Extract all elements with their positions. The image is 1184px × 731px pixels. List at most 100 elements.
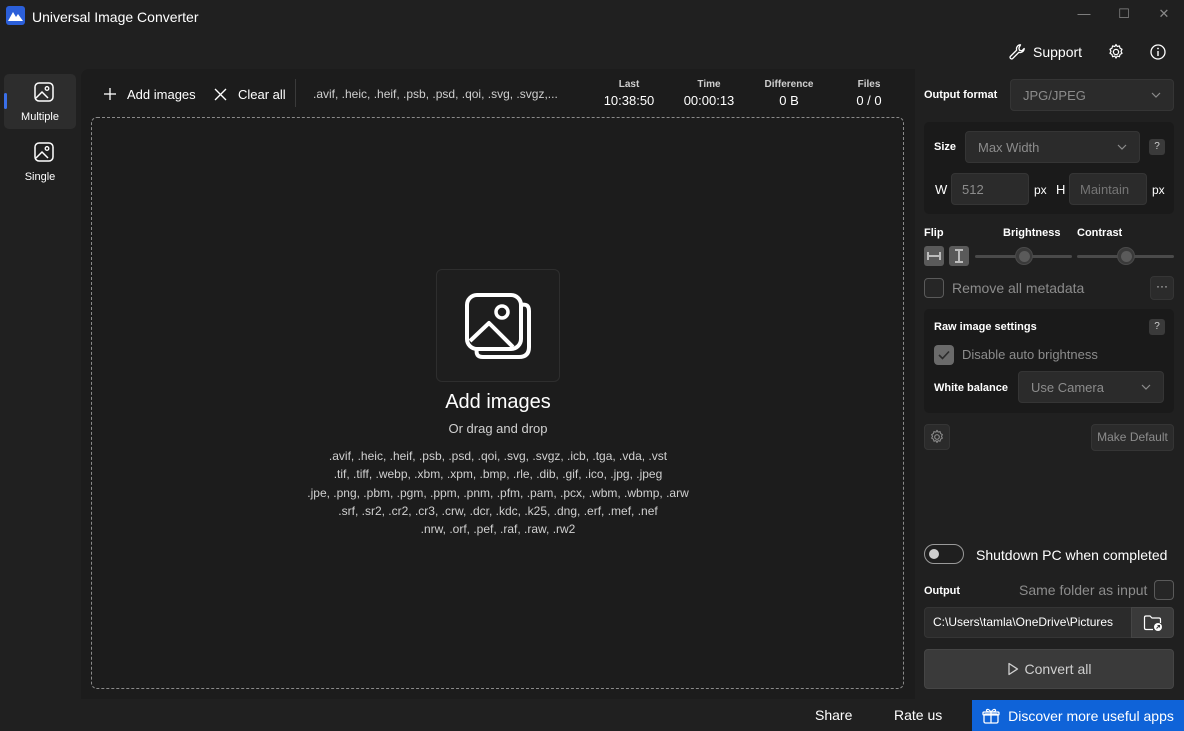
support-button[interactable]: Support <box>1008 40 1082 64</box>
info-button[interactable] <box>1147 40 1169 64</box>
nav-item-single[interactable]: Single <box>4 136 76 191</box>
width-input[interactable] <box>951 173 1029 205</box>
app-title: Universal Image Converter <box>32 9 199 25</box>
stat-value: 00:00:13 <box>683 93 735 108</box>
flip-vertical-button[interactable] <box>949 246 969 266</box>
flip-label: Flip <box>924 227 944 239</box>
width-label: W <box>935 182 948 197</box>
stat-label: Time <box>697 79 721 90</box>
supported-formats-summary: .avif, .heic, .heif, .psb, .psd, .qoi, .… <box>313 87 558 101</box>
size-mode-dropdown[interactable]: Max Width <box>965 131 1140 163</box>
stat-difference: Difference 0 B <box>761 79 817 108</box>
same-folder-label: Same folder as input <box>1019 582 1148 598</box>
height-unit: px <box>1152 183 1165 197</box>
output-format-value: JPG/JPEG <box>1023 87 1086 103</box>
clear-all-button[interactable]: Clear all <box>214 85 286 103</box>
add-images-label: Add images <box>127 86 196 102</box>
white-balance-value: Use Camera <box>1031 379 1104 395</box>
stat-value: 0 / 0 <box>856 93 882 108</box>
gear-icon <box>931 429 943 443</box>
chevron-down-icon <box>1117 144 1127 150</box>
nav-selected-indicator <box>4 93 7 109</box>
gear-icon <box>1109 43 1123 59</box>
formats-line: .jpe, .png, .pbm, .pgm, .ppm, .pnm, .pfm… <box>307 485 689 500</box>
share-button[interactable]: Share <box>815 707 852 723</box>
image-icon <box>34 82 54 102</box>
size-label: Size <box>934 141 957 153</box>
nav-item-label: Single <box>24 171 56 183</box>
toolbar-divider <box>295 79 296 107</box>
make-default-button[interactable]: Make Default <box>1091 424 1174 451</box>
play-icon <box>1007 662 1018 676</box>
close-button[interactable]: ✕ <box>1154 6 1174 22</box>
convert-all-button[interactable]: Convert all <box>924 649 1174 689</box>
discover-apps-button[interactable]: Discover more useful apps <box>972 700 1184 731</box>
stat-label: Files <box>857 79 881 90</box>
browse-folder-button[interactable] <box>1131 607 1174 638</box>
support-label: Support <box>1033 44 1083 60</box>
supported-formats-list: .avif, .heic, .heif, .psb, .psd, .qoi, .… <box>260 447 736 538</box>
nav-item-multiple[interactable]: Multiple <box>4 74 76 129</box>
stat-label: Difference <box>764 79 814 90</box>
output-format-label: Output format <box>924 89 998 101</box>
rate-us-button[interactable]: Rate us <box>894 707 942 723</box>
stat-time: Time 00:00:13 <box>680 79 738 108</box>
chevron-down-icon <box>1151 92 1161 98</box>
raw-settings-label: Raw image settings <box>934 321 1037 333</box>
drop-zone-subtitle: Or drag and drop <box>448 421 548 436</box>
minimize-button[interactable]: — <box>1074 6 1094 22</box>
remove-metadata-checkbox[interactable] <box>924 278 944 298</box>
flip-vertical-icon <box>955 249 963 263</box>
drop-zone-title: Add images <box>445 391 551 413</box>
output-path-field[interactable]: C:\Users\tamla\OneDrive\Pictures <box>924 607 1132 638</box>
brightness-slider-thumb[interactable] <box>1015 247 1033 265</box>
maximize-button[interactable]: ☐ <box>1114 6 1134 22</box>
contrast-slider-thumb[interactable] <box>1117 247 1135 265</box>
output-format-dropdown[interactable]: JPG/JPEG <box>1010 79 1174 111</box>
size-help-button[interactable]: ? <box>1149 139 1165 155</box>
images-stack-icon <box>465 292 531 359</box>
flip-horizontal-button[interactable] <box>924 246 944 266</box>
contrast-label: Contrast <box>1077 227 1123 239</box>
formats-line: .avif, .heic, .heif, .psb, .psd, .qoi, .… <box>328 449 668 463</box>
height-label: H <box>1056 182 1066 197</box>
nav-item-label: Multiple <box>21 111 59 123</box>
add-images-tile[interactable] <box>436 269 560 382</box>
stat-value: 0 B <box>779 93 799 108</box>
white-balance-label: White balance <box>934 382 1008 394</box>
stat-files: Files 0 / 0 <box>840 79 898 108</box>
discover-apps-label: Discover more useful apps <box>1008 707 1174 724</box>
convert-all-label: Convert all <box>1024 661 1092 677</box>
output-label: Output <box>924 585 961 597</box>
plus-icon <box>104 88 116 100</box>
metadata-more-button[interactable]: ··· <box>1150 276 1174 300</box>
formats-line: .srf, .sr2, .cr2, .cr3, .crw, .dcr, .kdc… <box>338 503 658 518</box>
image-icon <box>34 142 54 162</box>
stat-value: 10:38:50 <box>603 93 655 108</box>
width-unit: px <box>1034 183 1047 197</box>
height-input[interactable] <box>1069 173 1147 205</box>
brightness-label: Brightness <box>1003 227 1061 239</box>
info-icon <box>1150 44 1166 60</box>
chevron-down-icon <box>1141 384 1151 390</box>
advanced-settings-button[interactable] <box>924 424 950 450</box>
remove-metadata-label: Remove all metadata <box>952 280 1085 296</box>
shutdown-toggle[interactable] <box>924 544 964 564</box>
stat-label: Last <box>618 79 640 90</box>
same-folder-checkbox[interactable] <box>1154 580 1174 600</box>
wrench-icon <box>1009 44 1025 60</box>
gift-icon <box>982 708 1000 724</box>
size-mode-value: Max Width <box>978 139 1040 155</box>
settings-button[interactable] <box>1105 40 1127 64</box>
add-images-button[interactable]: Add images <box>103 85 196 103</box>
flip-horizontal-icon <box>927 252 941 260</box>
disable-auto-brightness-checkbox[interactable] <box>934 345 954 365</box>
stat-last: Last 10:38:50 <box>600 79 658 108</box>
clear-all-label: Clear all <box>238 86 286 102</box>
raw-help-button[interactable]: ? <box>1149 319 1165 335</box>
disable-auto-brightness-label: Disable auto brightness <box>962 347 1098 362</box>
white-balance-dropdown[interactable]: Use Camera <box>1018 371 1164 403</box>
mountain-logo-icon <box>8 12 23 21</box>
formats-line: .nrw, .orf, .pef, .raf, .raw, .rw2 <box>420 522 576 537</box>
shutdown-label: Shutdown PC when completed <box>976 547 1168 563</box>
